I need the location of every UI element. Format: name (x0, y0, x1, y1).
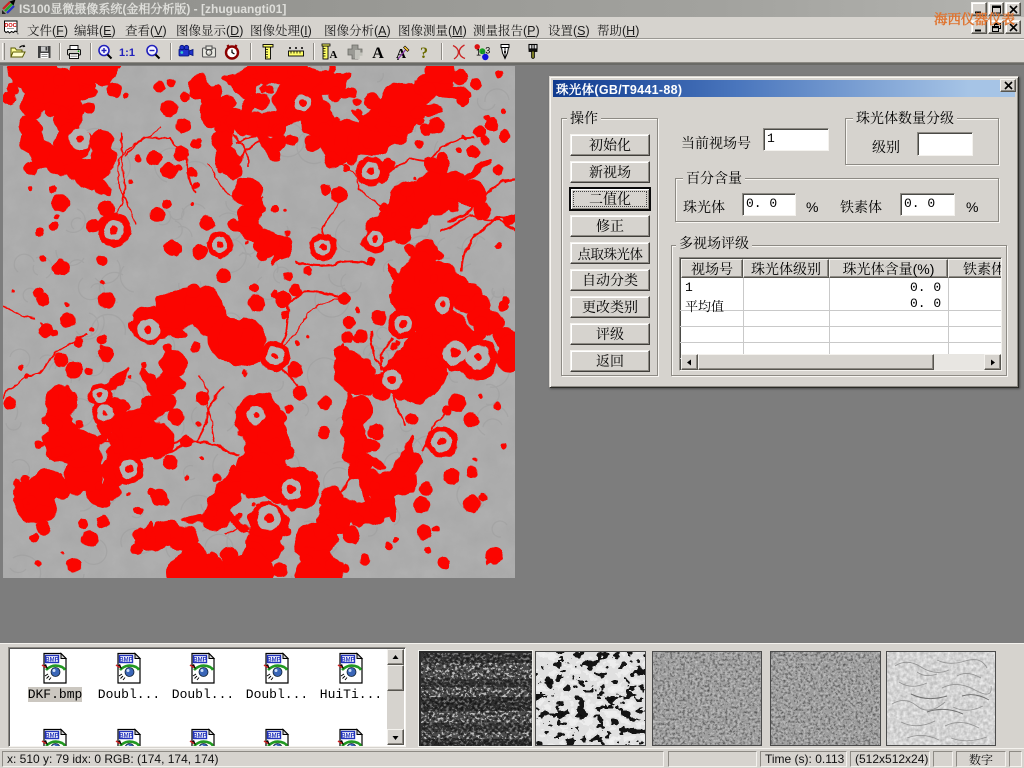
svg-text:BMP: BMP (267, 734, 280, 740)
svg-text:BMP: BMP (45, 658, 58, 664)
svg-text:1:1: 1:1 (119, 47, 135, 59)
svg-text:BMP: BMP (45, 734, 58, 740)
svg-text:A: A (330, 49, 338, 61)
svg-text:BMP: BMP (119, 734, 132, 740)
svg-text:BMP: BMP (341, 658, 354, 664)
svg-text:BMP: BMP (193, 658, 206, 664)
svg-text:BMP: BMP (267, 658, 280, 664)
svg-text:BMP: BMP (193, 734, 206, 740)
svg-text:A: A (372, 45, 384, 61)
svg-text:BMP: BMP (341, 734, 354, 740)
svg-text:?: ? (420, 45, 428, 61)
svg-text:BMP: BMP (119, 658, 132, 664)
